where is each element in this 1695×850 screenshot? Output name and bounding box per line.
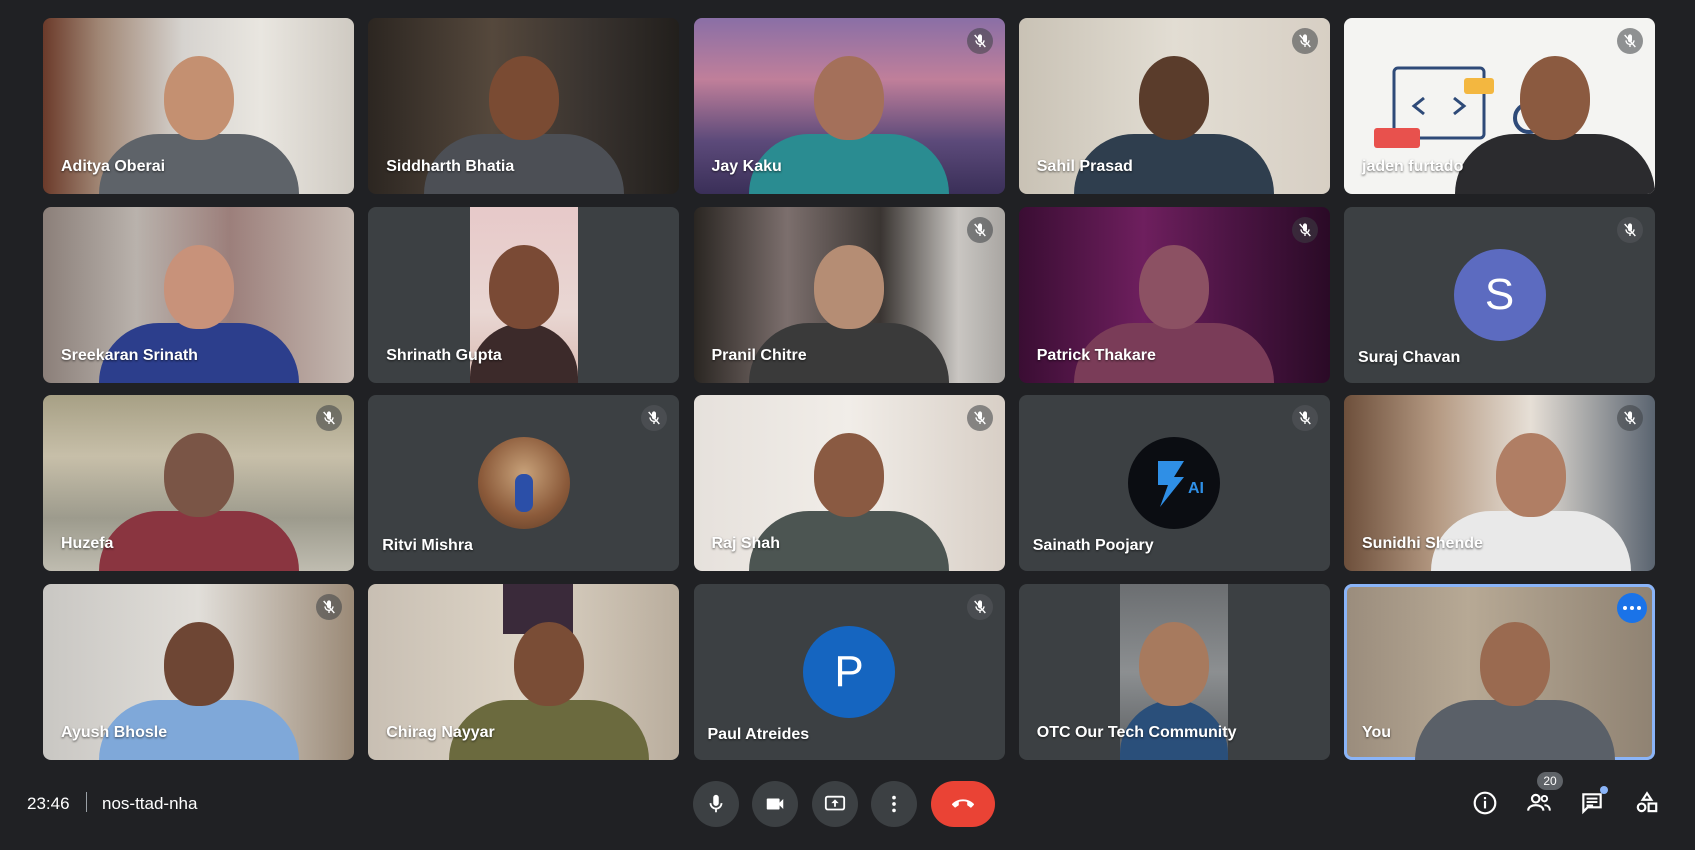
- people-icon: [1527, 793, 1551, 811]
- camera-button[interactable]: [752, 781, 798, 827]
- activities-icon: [1636, 791, 1658, 813]
- participant-tile[interactable]: P Paul Atreides: [693, 583, 1005, 760]
- people-button[interactable]: [1522, 786, 1556, 820]
- participant-name: Pranil Chitre: [711, 346, 807, 364]
- participant-tile[interactable]: OTC Our Tech Community: [1018, 583, 1330, 760]
- avatar: S: [1453, 248, 1546, 341]
- participant-grid: Aditya Oberai Siddharth Bhatia Jay Kaku …: [43, 18, 1655, 760]
- avatar-logo-text: AI: [1188, 480, 1204, 497]
- activities-button[interactable]: [1630, 786, 1664, 820]
- unread-dot: [1600, 786, 1608, 794]
- participant-name: Shrinath Gupta: [386, 346, 502, 364]
- participant-name: Sunidhi Shende: [1362, 535, 1483, 553]
- participant-tile[interactable]: Sreekaran Srinath: [43, 206, 354, 383]
- participant-tile[interactable]: Huzefa: [43, 395, 354, 572]
- participant-name: Paul Atreides: [707, 725, 810, 743]
- mic-off-icon: [1291, 405, 1318, 432]
- self-tile[interactable]: You: [1344, 583, 1655, 760]
- avatar: [477, 437, 570, 530]
- participant-name: Ritvi Mishra: [382, 537, 473, 555]
- participant-tile[interactable]: Aditya Oberai: [43, 18, 354, 194]
- mic-off-icon: [966, 28, 993, 54]
- mic-off-icon: [641, 405, 668, 432]
- participant-tile[interactable]: Ayush Bhosle: [43, 583, 354, 760]
- participant-video: [1455, 56, 1655, 194]
- participant-tile[interactable]: Ritvi Mishra: [368, 395, 680, 572]
- avatar: P: [803, 625, 895, 718]
- mic-off-icon: [316, 593, 342, 620]
- mic-off-icon: [966, 216, 993, 243]
- participant-name: Huzefa: [61, 535, 114, 553]
- meeting-time: 23:46: [27, 794, 70, 813]
- leave-call-button[interactable]: [931, 781, 995, 827]
- videocam-icon: [766, 798, 784, 810]
- divider: [86, 792, 87, 812]
- participant-tile[interactable]: AI Sainath Poojary: [1018, 395, 1330, 572]
- mic-off-icon: [1617, 405, 1643, 432]
- microphone-button[interactable]: [693, 781, 739, 827]
- chat-icon: [1582, 793, 1602, 815]
- participant-name: Sahil Prasad: [1036, 158, 1133, 175]
- more-options-button[interactable]: [871, 781, 917, 827]
- more-vert-icon: [892, 795, 896, 813]
- participant-name: Ayush Bhosle: [61, 723, 168, 741]
- participant-tile[interactable]: Chirag Nayyar: [368, 583, 680, 760]
- participant-video: [1415, 621, 1616, 760]
- participant-name: Sainath Poojary: [1032, 537, 1154, 555]
- meeting-code: nos-ttad-nha: [102, 794, 198, 813]
- participant-name: Chirag Nayyar: [386, 723, 495, 741]
- participant-name: You: [1362, 723, 1392, 741]
- meeting-details-button[interactable]: [1468, 786, 1502, 820]
- mic-off-icon: [316, 405, 342, 432]
- participant-tile[interactable]: jaden furtado: [1344, 18, 1655, 194]
- participant-name: jaden furtado: [1362, 158, 1464, 175]
- mic-off-icon: [1291, 28, 1318, 54]
- participant-video: [98, 433, 299, 572]
- participant-tile[interactable]: Siddharth Bhatia: [368, 18, 680, 194]
- avatar: AI: [1128, 437, 1221, 530]
- mic-off-icon: [966, 405, 993, 432]
- present-screen-button[interactable]: [812, 781, 858, 827]
- participant-tile[interactable]: Shrinath Gupta: [368, 206, 680, 383]
- people-count-badge: 20: [1537, 772, 1563, 790]
- participant-name: Suraj Chavan: [1358, 348, 1461, 366]
- participant-name: Raj Shah: [711, 535, 780, 553]
- participant-tile[interactable]: S Suraj Chavan: [1344, 206, 1655, 383]
- participant-tile[interactable]: Pranil Chitre: [693, 206, 1005, 383]
- participant-name: Aditya Oberai: [61, 158, 166, 175]
- mic-off-icon: [1291, 216, 1318, 243]
- mic-off-icon: [1617, 28, 1643, 54]
- participant-tile[interactable]: Patrick Thakare: [1018, 206, 1330, 383]
- participant-name: Siddharth Bhatia: [386, 158, 515, 175]
- participant-name: Patrick Thakare: [1036, 346, 1156, 364]
- participant-name: Sreekaran Srinath: [61, 346, 198, 364]
- participant-name: OTC Our Tech Community: [1036, 723, 1237, 741]
- call-end-icon: [952, 799, 974, 808]
- participant-name: Jay Kaku: [711, 158, 782, 175]
- participant-tile[interactable]: Jay Kaku: [693, 18, 1005, 194]
- meeting-controls-bar: 23:46 nos-ttad-nha 20: [0, 768, 1695, 838]
- mic-off-icon: [1617, 216, 1643, 243]
- participant-tile[interactable]: Sunidhi Shende: [1344, 395, 1655, 572]
- more-options-button[interactable]: [1617, 592, 1647, 623]
- mic-icon: [709, 794, 723, 813]
- participant-tile[interactable]: Sahil Prasad: [1018, 18, 1330, 194]
- info-icon: [1473, 791, 1497, 815]
- participant-tile[interactable]: Raj Shah: [693, 395, 1005, 572]
- mic-off-icon: [966, 593, 993, 620]
- present-screen-icon: [824, 795, 846, 811]
